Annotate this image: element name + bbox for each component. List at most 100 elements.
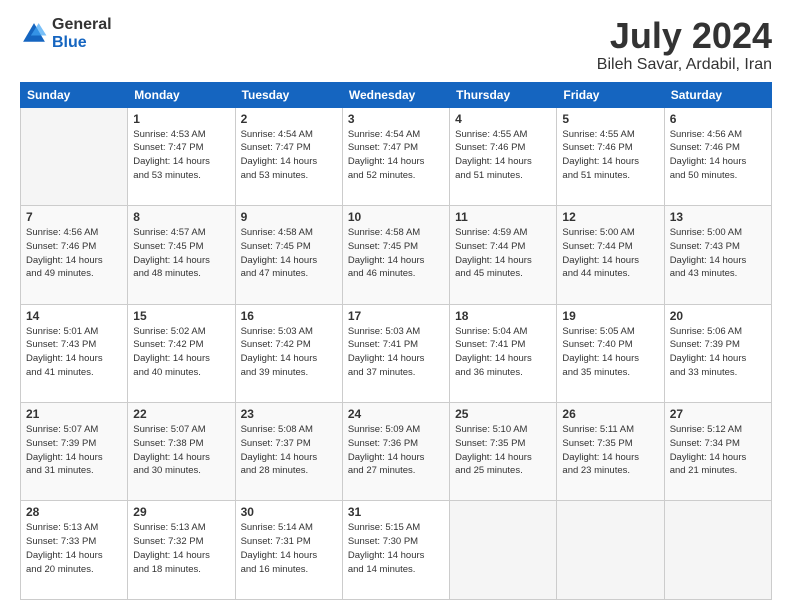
calendar-cell: 7 Sunrise: 4:56 AM Sunset: 7:46 PM Daylig… — [21, 206, 128, 304]
calendar-cell: 31 Sunrise: 5:15 AM Sunset: 7:30 PM Dayli… — [342, 501, 449, 600]
day-info: Sunrise: 5:09 AM Sunset: 7:36 PM Dayligh… — [348, 423, 444, 478]
calendar-cell: 3 Sunrise: 4:54 AM Sunset: 7:47 PM Daylig… — [342, 107, 449, 205]
day-number: 31 — [348, 505, 444, 519]
calendar-cell: 10 Sunrise: 4:58 AM Sunset: 7:45 PM Dayli… — [342, 206, 449, 304]
day-info: Sunrise: 4:57 AM Sunset: 7:45 PM Dayligh… — [133, 226, 229, 281]
day-number: 9 — [241, 210, 337, 224]
day-number: 2 — [241, 112, 337, 126]
calendar-cell: 6 Sunrise: 4:56 AM Sunset: 7:46 PM Daylig… — [664, 107, 771, 205]
day-number: 29 — [133, 505, 229, 519]
day-number: 11 — [455, 210, 551, 224]
day-info: Sunrise: 5:13 AM Sunset: 7:32 PM Dayligh… — [133, 521, 229, 576]
calendar-cell — [664, 501, 771, 600]
calendar-cell: 9Sunrise: 4:58 AM Sunset: 7:45 PM Daylig… — [235, 206, 342, 304]
day-info: Sunrise: 5:03 AM Sunset: 7:41 PM Dayligh… — [348, 325, 444, 380]
calendar-cell — [557, 501, 664, 600]
calendar-table: SundayMondayTuesdayWednesdayThursdayFrid… — [20, 82, 772, 600]
day-number: 1 — [133, 112, 229, 126]
day-number: 18 — [455, 309, 551, 323]
calendar-cell — [21, 107, 128, 205]
day-info: Sunrise: 5:00 AM Sunset: 7:43 PM Dayligh… — [670, 226, 766, 281]
calendar-week-row: 14 Sunrise: 5:01 AM Sunset: 7:43 PM Dayli… — [21, 304, 772, 402]
day-info: Sunrise: 5:07 AM Sunset: 7:39 PM Dayligh… — [26, 423, 122, 478]
day-number: 15 — [133, 309, 229, 323]
calendar-cell: 28Sunrise: 5:13 AM Sunset: 7:33 PM Dayli… — [21, 501, 128, 600]
month-title: July 2024 — [597, 16, 772, 56]
day-number: 21 — [26, 407, 122, 421]
day-info: Sunrise: 5:02 AM Sunset: 7:42 PM Dayligh… — [133, 325, 229, 380]
calendar-cell: 15 Sunrise: 5:02 AM Sunset: 7:42 PM Dayli… — [128, 304, 235, 402]
day-info: Sunrise: 5:07 AM Sunset: 7:38 PM Dayligh… — [133, 423, 229, 478]
day-info: Sunrise: 4:54 AM Sunset: 7:47 PM Dayligh… — [348, 128, 444, 183]
day-info: Sunrise: 4:55 AM Sunset: 7:46 PM Dayligh… — [562, 128, 658, 183]
calendar-cell: 16Sunrise: 5:03 AM Sunset: 7:42 PM Dayli… — [235, 304, 342, 402]
calendar-cell — [450, 501, 557, 600]
day-info: Sunrise: 5:10 AM Sunset: 7:35 PM Dayligh… — [455, 423, 551, 478]
calendar-week-row: 7 Sunrise: 4:56 AM Sunset: 7:46 PM Daylig… — [21, 206, 772, 304]
day-number: 12 — [562, 210, 658, 224]
calendar-cell: 2 Sunrise: 4:54 AM Sunset: 7:47 PM Daylig… — [235, 107, 342, 205]
day-info: Sunrise: 5:13 AM Sunset: 7:33 PM Dayligh… — [26, 521, 122, 576]
calendar-cell: 19Sunrise: 5:05 AM Sunset: 7:40 PM Dayli… — [557, 304, 664, 402]
logo: General Blue — [20, 16, 112, 51]
day-number: 17 — [348, 309, 444, 323]
day-info: Sunrise: 4:56 AM Sunset: 7:46 PM Dayligh… — [670, 128, 766, 183]
day-info: Sunrise: 4:59 AM Sunset: 7:44 PM Dayligh… — [455, 226, 551, 281]
calendar-cell: 20 Sunrise: 5:06 AM Sunset: 7:39 PM Dayli… — [664, 304, 771, 402]
day-info: Sunrise: 5:06 AM Sunset: 7:39 PM Dayligh… — [670, 325, 766, 380]
day-info: Sunrise: 5:08 AM Sunset: 7:37 PM Dayligh… — [241, 423, 337, 478]
header: General Blue July 2024 Bileh Savar, Arda… — [20, 16, 772, 74]
calendar-cell: 30Sunrise: 5:14 AM Sunset: 7:31 PM Dayli… — [235, 501, 342, 600]
day-number: 6 — [670, 112, 766, 126]
weekday-header-monday: Monday — [128, 82, 235, 107]
day-info: Sunrise: 5:15 AM Sunset: 7:30 PM Dayligh… — [348, 521, 444, 576]
day-info: Sunrise: 4:53 AM Sunset: 7:47 PM Dayligh… — [133, 128, 229, 183]
weekday-header-friday: Friday — [557, 82, 664, 107]
calendar-week-row: 21 Sunrise: 5:07 AM Sunset: 7:39 PM Dayli… — [21, 403, 772, 501]
page: General Blue July 2024 Bileh Savar, Arda… — [0, 0, 792, 612]
day-info: Sunrise: 4:54 AM Sunset: 7:47 PM Dayligh… — [241, 128, 337, 183]
calendar-cell: 1 Sunrise: 4:53 AM Sunset: 7:47 PM Daylig… — [128, 107, 235, 205]
calendar-cell: 29 Sunrise: 5:13 AM Sunset: 7:32 PM Dayli… — [128, 501, 235, 600]
day-number: 5 — [562, 112, 658, 126]
calendar-cell: 11 Sunrise: 4:59 AM Sunset: 7:44 PM Dayli… — [450, 206, 557, 304]
location-title: Bileh Savar, Ardabil, Iran — [597, 56, 772, 74]
day-info: Sunrise: 5:14 AM Sunset: 7:31 PM Dayligh… — [241, 521, 337, 576]
calendar-cell: 4 Sunrise: 4:55 AM Sunset: 7:46 PM Daylig… — [450, 107, 557, 205]
logo-general-text: General — [52, 16, 112, 34]
logo-text: General Blue — [52, 16, 112, 51]
weekday-header-sunday: Sunday — [21, 82, 128, 107]
calendar-cell: 12 Sunrise: 5:00 AM Sunset: 7:44 PM Dayli… — [557, 206, 664, 304]
day-number: 27 — [670, 407, 766, 421]
calendar-week-row: 1 Sunrise: 4:53 AM Sunset: 7:47 PM Daylig… — [21, 107, 772, 205]
day-number: 7 — [26, 210, 122, 224]
day-number: 20 — [670, 309, 766, 323]
day-number: 26 — [562, 407, 658, 421]
calendar-cell: 25Sunrise: 5:10 AM Sunset: 7:35 PM Dayli… — [450, 403, 557, 501]
day-number: 13 — [670, 210, 766, 224]
day-info: Sunrise: 5:11 AM Sunset: 7:35 PM Dayligh… — [562, 423, 658, 478]
day-info: Sunrise: 5:00 AM Sunset: 7:44 PM Dayligh… — [562, 226, 658, 281]
day-number: 24 — [348, 407, 444, 421]
calendar-cell: 14 Sunrise: 5:01 AM Sunset: 7:43 PM Dayli… — [21, 304, 128, 402]
day-info: Sunrise: 4:55 AM Sunset: 7:46 PM Dayligh… — [455, 128, 551, 183]
day-info: Sunrise: 5:12 AM Sunset: 7:34 PM Dayligh… — [670, 423, 766, 478]
weekday-header-tuesday: Tuesday — [235, 82, 342, 107]
weekday-header-wednesday: Wednesday — [342, 82, 449, 107]
weekday-header-row: SundayMondayTuesdayWednesdayThursdayFrid… — [21, 82, 772, 107]
calendar-cell: 27 Sunrise: 5:12 AM Sunset: 7:34 PM Dayli… — [664, 403, 771, 501]
calendar-cell: 13 Sunrise: 5:00 AM Sunset: 7:43 PM Dayli… — [664, 206, 771, 304]
calendar-cell: 18 Sunrise: 5:04 AM Sunset: 7:41 PM Dayli… — [450, 304, 557, 402]
day-number: 14 — [26, 309, 122, 323]
day-number: 4 — [455, 112, 551, 126]
day-info: Sunrise: 5:01 AM Sunset: 7:43 PM Dayligh… — [26, 325, 122, 380]
calendar-cell: 26 Sunrise: 5:11 AM Sunset: 7:35 PM Dayli… — [557, 403, 664, 501]
calendar-cell: 8 Sunrise: 4:57 AM Sunset: 7:45 PM Daylig… — [128, 206, 235, 304]
day-info: Sunrise: 4:58 AM Sunset: 7:45 PM Dayligh… — [348, 226, 444, 281]
day-number: 3 — [348, 112, 444, 126]
day-number: 8 — [133, 210, 229, 224]
day-info: Sunrise: 5:04 AM Sunset: 7:41 PM Dayligh… — [455, 325, 551, 380]
day-number: 16 — [241, 309, 337, 323]
day-info: Sunrise: 4:56 AM Sunset: 7:46 PM Dayligh… — [26, 226, 122, 281]
day-number: 10 — [348, 210, 444, 224]
